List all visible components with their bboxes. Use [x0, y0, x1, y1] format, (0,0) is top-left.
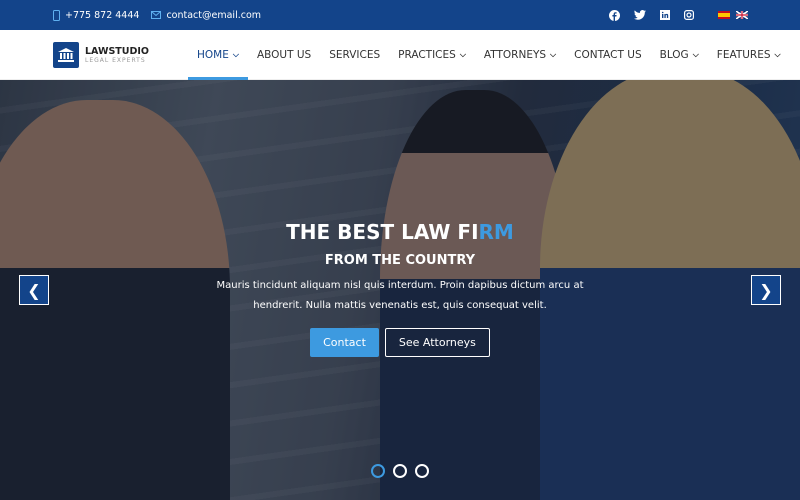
nav-item-label: SERVICES [329, 49, 381, 61]
linkedin-icon[interactable] [660, 10, 670, 20]
chevron-right-icon: ❯ [759, 280, 773, 300]
chevron-down-icon: ⌵ [774, 50, 781, 59]
nav-item-attorneys[interactable]: ATTORNEYS ⌵ [475, 30, 565, 80]
slide-indicators [0, 464, 800, 478]
nav-item-label: ABOUT US [256, 49, 312, 61]
main-navbar: LAWSTUDIO LEGAL EXPERTS HOME ⌵ ABOUT US SER… [0, 30, 800, 80]
instagram-icon[interactable] [684, 10, 694, 20]
courthouse-icon [53, 41, 79, 68]
slide-dot[interactable] [415, 464, 429, 478]
email-info[interactable]: contact@email.com [151, 10, 261, 21]
hero-title-accent: RM [478, 220, 514, 244]
brand-tagline: LEGAL EXPERTS [85, 56, 146, 64]
contact-button[interactable]: Contact [310, 328, 379, 357]
chevron-down-icon: ⌵ [459, 50, 466, 59]
email-icon [151, 11, 162, 19]
slide-dot[interactable] [393, 464, 407, 478]
slide-dot[interactable] [371, 464, 385, 478]
phone-info: +775 872 4444 [53, 9, 140, 21]
see-attorneys-button[interactable]: See Attorneys [384, 328, 490, 357]
chevron-down-icon: ⌵ [232, 50, 239, 59]
chevron-left-icon: ❮ [27, 280, 41, 300]
hero-slider: THE BEST LAW FIRM FROM THE COUNTRY Mauri… [0, 80, 800, 500]
hero-content: THE BEST LAW FIRM FROM THE COUNTRY Mauri… [0, 220, 800, 357]
nav-menu: HOME ⌵ ABOUT US SERVICES PRACTICES ⌵ ATTORNEYS… [188, 30, 790, 80]
chevron-down-icon: ⌵ [692, 50, 699, 59]
phone-number: +775 872 4444 [65, 9, 140, 21]
nav-item-services[interactable]: SERVICES [320, 30, 389, 80]
nav-item-about-us[interactable]: ABOUT US [248, 30, 320, 80]
nav-item-label: PRACTICES [398, 49, 456, 61]
chevron-down-icon: ⌵ [550, 50, 557, 59]
nav-item-label: CONTACT US [574, 49, 642, 61]
phone-icon [53, 9, 60, 21]
english-flag-icon[interactable] [736, 11, 748, 19]
spanish-flag-icon[interactable] [718, 11, 730, 19]
language-switcher [718, 11, 748, 19]
nav-item-contact-us[interactable]: CONTACT US [565, 30, 650, 80]
nav-item-practices[interactable]: PRACTICES ⌵ [389, 30, 475, 80]
next-slide-button[interactable]: ❯ [751, 275, 781, 305]
facebook-icon[interactable] [609, 9, 620, 21]
brand-name: LAWSTUDIO [85, 45, 149, 57]
hero-description-line: Mauris tincidunt aliquam nisl quis inter… [216, 280, 584, 291]
hero-title: THE BEST LAW FIRM [0, 220, 800, 244]
top-bar: +775 872 4444 contact@email.com [0, 0, 800, 30]
nav-item-features[interactable]: FEATURES ⌵ [708, 30, 790, 80]
nav-item-label: BLOG [659, 49, 689, 61]
prev-slide-button[interactable]: ❮ [19, 275, 49, 305]
nav-item-label: ATTORNEYS [483, 49, 547, 61]
nav-item-label: HOME [197, 49, 229, 61]
hero-description-line: hendrerit. Nulla mattis venenatis est, q… [253, 300, 547, 311]
nav-item-home[interactable]: HOME ⌵ [188, 30, 248, 80]
hero-title-main: THE BEST LAW FI [286, 220, 479, 244]
logo[interactable]: LAWSTUDIO LEGAL EXPERTS [53, 41, 149, 68]
hero-subtitle: FROM THE COUNTRY [324, 253, 476, 268]
social-links [609, 0, 748, 30]
email-address: contact@email.com [166, 9, 262, 21]
nav-item-blog[interactable]: BLOG ⌵ [651, 30, 708, 80]
nav-item-label: FEATURES [716, 49, 771, 61]
hero-description: Mauris tincidunt aliquam nisl quis inter… [0, 276, 800, 316]
twitter-icon[interactable] [634, 10, 646, 20]
